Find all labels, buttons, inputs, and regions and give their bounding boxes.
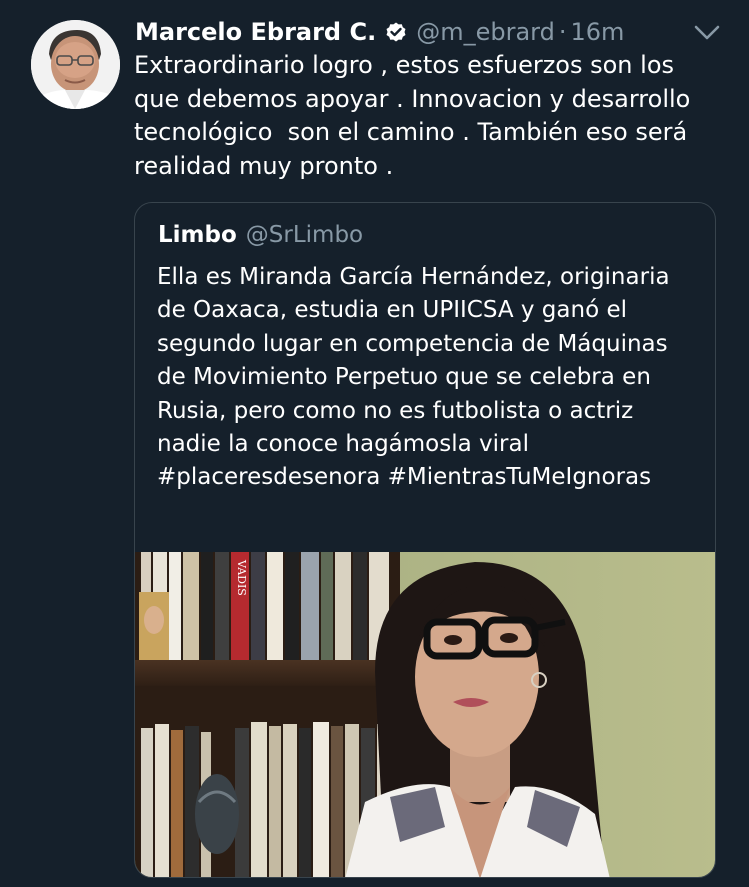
avatar[interactable] — [31, 20, 120, 109]
hashtag-link[interactable]: #placeresdesenora — [157, 464, 380, 490]
quoted-author-name: Limbo — [158, 222, 237, 248]
timestamp[interactable]: 16m — [570, 18, 624, 46]
photo-woman-glasses-bookshelf: VADIS — [135, 552, 715, 877]
separator-dot: · — [558, 18, 567, 46]
book-spine-text: VADIS — [235, 559, 248, 596]
tweet: Marcelo Ebrard C. @m_ebrard · 16m Extrao… — [0, 0, 749, 887]
chevron-down-icon[interactable] — [694, 24, 720, 42]
quoted-tweet-text: Ella es Miranda García Hernández, origin… — [157, 261, 702, 495]
tweet-header: Marcelo Ebrard C. @m_ebrard · 16m — [135, 14, 624, 50]
quoted-text-body: Ella es Miranda García Hernández, origin… — [157, 264, 670, 458]
quoted-tweet-header: Limbo @SrLimbo — [158, 219, 363, 251]
avatar-photo — [31, 20, 120, 109]
quoted-tweet-image[interactable]: VADIS — [135, 552, 715, 877]
verified-badge-icon — [384, 20, 408, 44]
quoted-author-handle: @SrLimbo — [245, 222, 364, 248]
author-name[interactable]: Marcelo Ebrard C. — [135, 18, 376, 46]
author-handle[interactable]: @m_ebrard — [416, 18, 555, 46]
hashtag-link[interactable]: #MientrasTuMeIgnoras — [388, 464, 651, 490]
tweet-text: Extraordinario logro , estos esfuerzos s… — [134, 51, 691, 180]
quoted-tweet[interactable]: Limbo @SrLimbo Ella es Miranda García He… — [134, 202, 716, 878]
